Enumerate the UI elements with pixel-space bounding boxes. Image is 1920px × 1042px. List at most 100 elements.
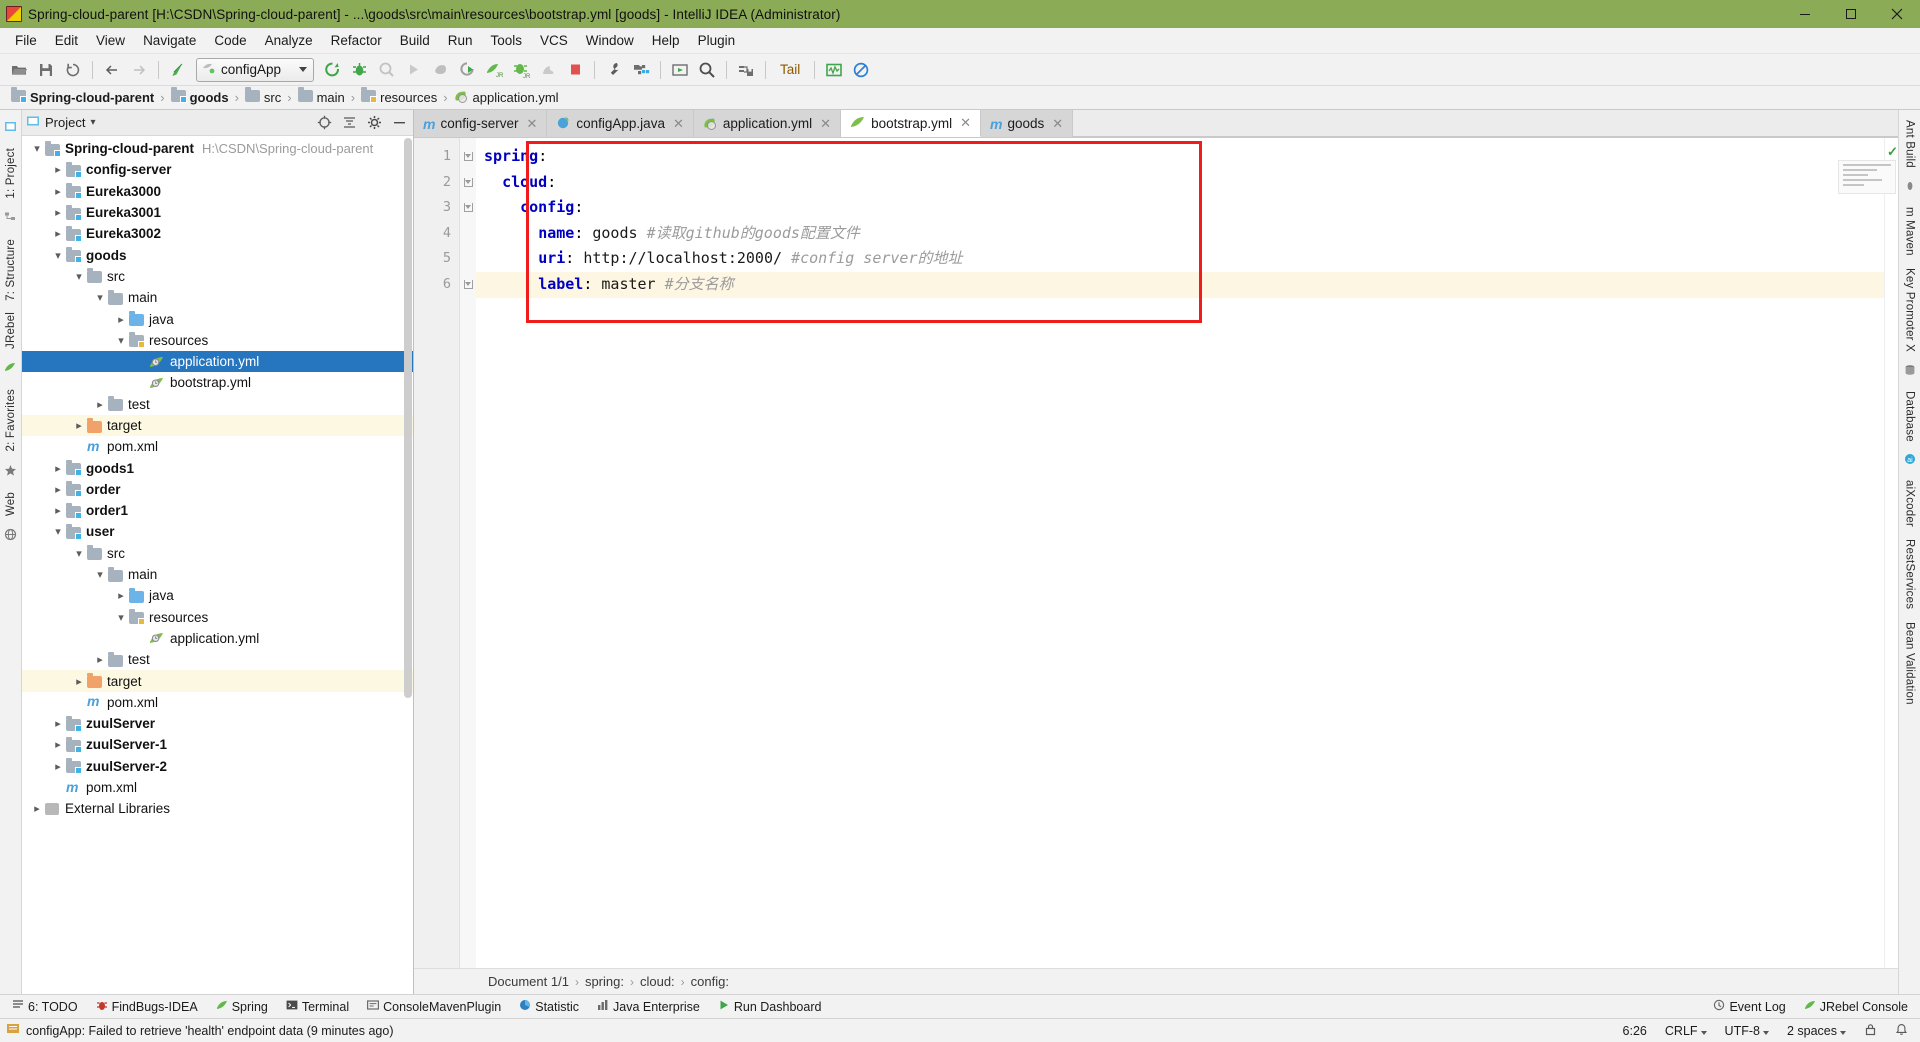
caret-position[interactable]: 6:26 (1617, 1024, 1653, 1038)
search-everywhere-icon[interactable] (694, 57, 720, 83)
tree-node-spring-cloud-parent[interactable]: ▾ Spring-cloud-parent H:\CSDN\Spring-cloud… (22, 138, 413, 159)
code-line-5[interactable]: uri: http://localhost:2000/ #config serv… (476, 246, 1884, 272)
tree-node-target[interactable]: ▸ target (22, 414, 413, 437)
tool-window-jrebel-console[interactable]: JRebel Console (1796, 997, 1916, 1016)
editor-tab-configapp-java[interactable]: configApp.java ✕ (547, 110, 694, 137)
expand-arrow-icon[interactable]: ▾ (51, 525, 65, 539)
tree-node-resources[interactable]: ▾ resources (22, 607, 413, 628)
tree-node-src[interactable]: ▾ src (22, 266, 413, 287)
save-all-icon[interactable] (33, 57, 59, 83)
minimize-button[interactable] (1782, 0, 1828, 28)
tool-window-terminal[interactable]: Terminal (278, 997, 357, 1016)
tree-node-pom-xml[interactable]: ▸mpom.xml (22, 436, 413, 457)
profile-icon[interactable] (427, 57, 453, 83)
code-editor[interactable]: 1 2 3 4 5 6 spring: cloud: config: name: good… (414, 138, 1898, 968)
gear-icon[interactable] (364, 113, 384, 133)
hide-icon[interactable] (389, 113, 409, 133)
menu-window[interactable]: Window (577, 30, 643, 51)
code-folding-column[interactable] (460, 138, 476, 968)
scrollbar-thumb[interactable] (404, 138, 412, 698)
expand-arrow-icon[interactable]: ▾ (51, 248, 65, 262)
breadcrumb-item-resources[interactable]: resources (358, 87, 440, 105)
collapse-arrow-icon[interactable]: ▸ (51, 461, 65, 475)
close-icon[interactable]: ✕ (673, 116, 684, 132)
fold-toggle-icon[interactable] (460, 272, 476, 298)
close-icon[interactable]: ✕ (960, 115, 971, 131)
menu-refactor[interactable]: Refactor (322, 30, 391, 51)
monitor-icon[interactable] (821, 57, 847, 83)
tool-window-aixcoder[interactable]: aiXcoder (1902, 474, 1918, 533)
rabbit-icon[interactable] (535, 57, 561, 83)
menu-tools[interactable]: Tools (482, 30, 532, 51)
project-tree-scrollbar[interactable] (403, 136, 413, 994)
editor-tab-bootstrap-yml[interactable]: bootstrap.yml ✕ (841, 110, 982, 137)
breadcrumb-item-main[interactable]: main (295, 87, 348, 105)
coverage-icon[interactable] (373, 57, 399, 83)
run-configuration-selector[interactable]: configApp (196, 57, 314, 82)
code-line-1[interactable]: spring: (476, 144, 1884, 170)
expand-arrow-icon[interactable]: ▾ (72, 546, 86, 560)
tree-node-eureka3000[interactable]: ▸ Eureka3000 (22, 181, 413, 202)
code-text-area[interactable]: spring: cloud: config: name: goods #读取gi… (476, 138, 1884, 968)
update-icon[interactable] (667, 57, 693, 83)
inspection-marker-bar[interactable]: ✓ (1884, 138, 1898, 968)
collapse-arrow-icon[interactable]: ▸ (51, 717, 65, 731)
breadcrumb-item-project[interactable]: Spring-cloud-parent (8, 87, 157, 105)
expand-arrow-icon[interactable]: ▾ (93, 568, 107, 582)
fold-toggle-icon[interactable] (460, 144, 476, 170)
forward-arrow-icon[interactable] (126, 57, 152, 83)
yaml-path-config[interactable]: config: (691, 974, 729, 989)
tree-node-external-libraries[interactable]: ▸ External Libraries (22, 798, 413, 819)
expand-arrow-icon[interactable]: ▾ (114, 333, 128, 347)
expand-arrow-icon[interactable]: ▾ (93, 291, 107, 305)
tool-window-project[interactable]: 1: Project (3, 142, 19, 205)
tool-window-run-dashboard[interactable]: Run Dashboard (710, 997, 830, 1016)
tool-window-event-log[interactable]: Event Log (1705, 997, 1793, 1016)
jrebel-debug-icon[interactable]: JR (508, 57, 534, 83)
tool-window-console-maven-plugin[interactable]: ConsoleMavenPlugin (359, 997, 509, 1016)
menu-help[interactable]: Help (643, 30, 689, 51)
tree-node-pom-xml[interactable]: ▸mpom.xml (22, 777, 413, 798)
tree-node-pom-xml[interactable]: ▸mpom.xml (22, 692, 413, 713)
tool-window-key-promoter[interactable]: Key Promoter X (1902, 262, 1918, 358)
tail-button[interactable]: Tail (772, 62, 808, 77)
line-separator[interactable]: CRLF (1659, 1024, 1713, 1038)
code-line-3[interactable]: config: (476, 195, 1884, 221)
tree-node-target[interactable]: ▸ target (22, 670, 413, 692)
collapse-arrow-icon[interactable]: ▸ (51, 184, 65, 198)
collapse-all-icon[interactable] (339, 113, 359, 133)
tree-node-eureka3002[interactable]: ▸ Eureka3002 (22, 223, 413, 244)
tool-window-favorites[interactable]: 2: Favorites (3, 383, 19, 457)
tool-window-jrebel[interactable]: JRebel (3, 306, 19, 355)
maximize-button[interactable] (1828, 0, 1874, 28)
tree-node-config-server[interactable]: ▸ config-server (22, 159, 413, 180)
collapse-arrow-icon[interactable]: ▸ (51, 482, 65, 496)
expand-arrow-icon[interactable]: ▾ (30, 142, 44, 156)
revert-icon[interactable] (165, 57, 191, 83)
database-connect-icon[interactable] (733, 57, 759, 83)
tree-node-order[interactable]: ▸ order (22, 479, 413, 500)
tool-window-spring[interactable]: Spring (208, 997, 276, 1016)
breadcrumb-item-file[interactable]: application.yml (451, 90, 562, 106)
tool-window-findbugs[interactable]: FindBugs-IDEA (88, 997, 206, 1016)
menu-analyze[interactable]: Analyze (256, 30, 322, 51)
chevron-down-icon[interactable]: ▾ (90, 117, 95, 128)
menu-plugin[interactable]: Plugin (689, 30, 745, 51)
close-icon[interactable]: ✕ (820, 116, 831, 132)
tree-node-main[interactable]: ▾ main (22, 564, 413, 585)
jrebel-run-icon[interactable]: JR (481, 57, 507, 83)
tool-window-todo[interactable]: 6: TODO (4, 997, 86, 1016)
tree-node-goods[interactable]: ▾ goods (22, 244, 413, 265)
collapse-arrow-icon[interactable]: ▸ (51, 163, 65, 177)
tree-node-application-yml[interactable]: ▸application.yml (22, 628, 413, 649)
file-encoding[interactable]: UTF-8 (1719, 1024, 1775, 1038)
tool-window-java-enterprise[interactable]: Java Enterprise (589, 997, 708, 1016)
tree-node-java[interactable]: ▸ java (22, 308, 413, 329)
tree-node-resources[interactable]: ▾ resources (22, 330, 413, 351)
menu-edit[interactable]: Edit (46, 30, 87, 51)
close-button[interactable] (1874, 0, 1920, 28)
project-structure-icon[interactable] (628, 57, 654, 83)
tree-node-test[interactable]: ▸ test (22, 649, 413, 670)
collapse-arrow-icon[interactable]: ▸ (51, 759, 65, 773)
project-tree[interactable]: ▾ Spring-cloud-parent H:\CSDN\Spring-cloud… (22, 136, 413, 994)
